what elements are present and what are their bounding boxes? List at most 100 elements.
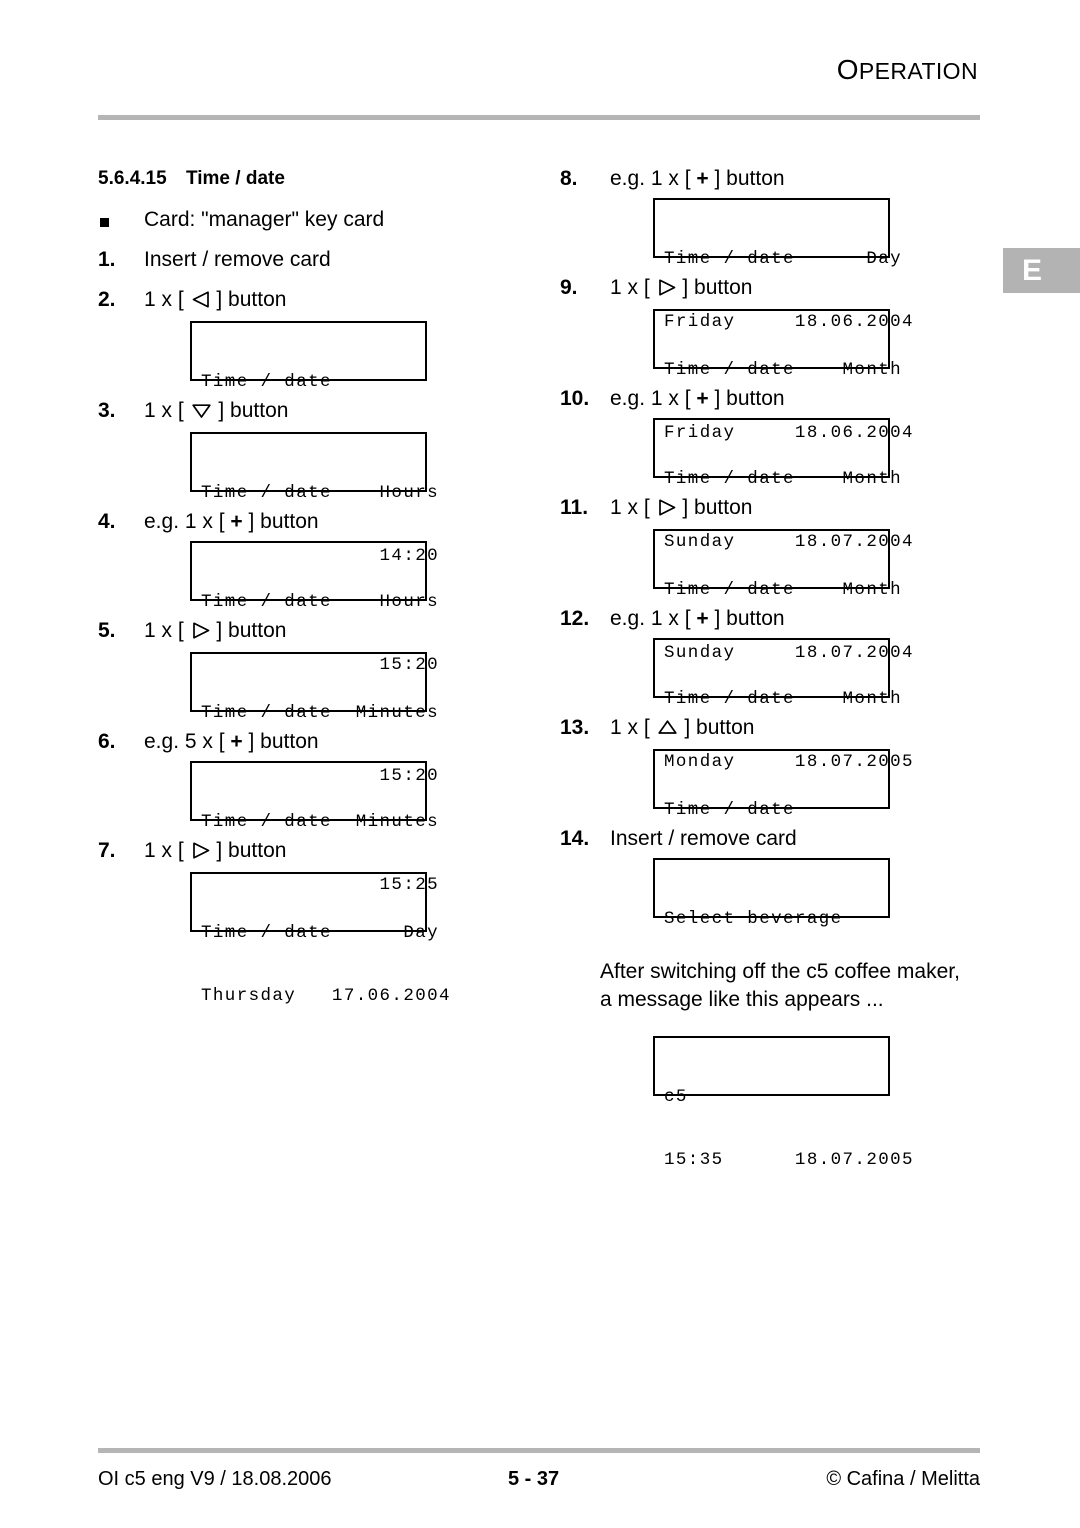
language-tab-label: E <box>1022 254 1043 287</box>
step-11: 11. 1 x [ ] button <box>560 497 1000 520</box>
step-marker: 12. <box>560 607 590 630</box>
lcd-line-1: Time / date Hours <box>201 592 440 612</box>
step-text-before: e.g. 5 x [ <box>144 730 225 753</box>
step-text-after: ] button <box>218 399 289 422</box>
plus-icon: + <box>696 167 709 190</box>
lcd-line-1: Time / date Month <box>664 689 903 709</box>
running-head-initial: O <box>836 54 859 85</box>
running-head-rest: PERATION <box>858 58 978 84</box>
step-text-before: 1 x [ <box>610 496 650 519</box>
language-tab: E <box>1003 248 1080 293</box>
lcd-display-14: Select beverage <box>653 858 890 929</box>
step-text-before: e.g. 1 x [ <box>610 387 691 410</box>
step-14: 14. Insert / remove card <box>560 828 1000 849</box>
lcd-line-2: 15:35 18.07.2005 <box>664 1150 914 1170</box>
step-text-before: 1 x [ <box>610 276 650 299</box>
triangle-right-icon <box>191 842 210 863</box>
step-text-before: 1 x [ <box>610 716 650 739</box>
triangle-left-icon <box>191 291 210 312</box>
step-marker: 2. <box>98 288 116 311</box>
lcd-line-1: Time / date Day <box>664 249 903 269</box>
step-card: Card: "manager" key card <box>98 209 538 230</box>
step-marker: 14. <box>560 827 590 850</box>
step-text-before: 1 x [ <box>144 839 184 862</box>
step-text-before: 1 x [ <box>144 288 184 311</box>
triangle-right-icon <box>657 279 676 300</box>
step-text-after: ] button <box>684 716 755 739</box>
step-13: 13. 1 x [ ] button <box>560 717 1000 740</box>
square-bullet-icon <box>100 218 109 227</box>
lcd-line-1: c5 <box>664 1087 688 1107</box>
footer-document-id: OI c5 eng V9 / 18.08.2006 <box>98 1468 332 1490</box>
step-text: Card: "manager" key card <box>144 208 385 231</box>
triangle-up-icon <box>657 719 678 740</box>
step-4: 4. e.g. 1 x [ + ] button <box>98 511 538 532</box>
lcd-line-2: 14:20 <box>201 546 440 566</box>
triangle-right-icon <box>191 622 210 643</box>
plus-icon: + <box>230 510 243 533</box>
step-text-after: ] button <box>714 167 785 190</box>
lcd-line-2: Sunday 18.07.2004 <box>664 532 914 552</box>
right-column: 8. e.g. 1 x [ + ] button Time / date Day… <box>560 168 1000 1170</box>
lcd-line-1: Time / date <box>201 372 332 392</box>
plus-icon: + <box>696 607 709 630</box>
footer-page-number: 5 - 37 <box>508 1468 560 1490</box>
lcd-display-3: Time / date Hours 14:20 <box>190 432 438 566</box>
footer-copyright: © Cafina / Melitta <box>826 1468 980 1490</box>
step-text-after: ] button <box>714 387 785 410</box>
lcd-display-2: Time / date <box>190 321 427 392</box>
step-1: 1. Insert / remove card <box>98 249 538 270</box>
step-8: 8. e.g. 1 x [ + ] button <box>560 168 1000 189</box>
step-marker: 4. <box>98 510 116 533</box>
lcd-line-1: Time / date Minutes <box>201 703 440 723</box>
step-text-after: ] button <box>714 607 785 630</box>
section-number: 5.6.4.15 <box>98 168 167 189</box>
step-marker: 10. <box>560 387 590 410</box>
switch-off-note: After switching off the c5 coffee maker,… <box>600 960 960 1011</box>
step-marker: 11. <box>560 496 589 519</box>
step-text: Insert / remove card <box>144 248 331 271</box>
running-head-operation: OPERATION <box>837 56 978 84</box>
lcd-line-2: Monday 18.07.2005 <box>664 752 914 772</box>
lcd-line-2: Thursday 17.06.2004 <box>201 986 451 1006</box>
plus-icon: + <box>696 387 709 410</box>
step-6: 6. e.g. 5 x [ + ] button <box>98 731 538 752</box>
step-text-after: ] button <box>216 619 287 642</box>
lcd-line-1: Time / date Day <box>201 923 440 943</box>
lcd-line-1: Time / date Month <box>664 469 903 489</box>
step-marker: 13. <box>560 716 590 739</box>
step-marker: 6. <box>98 730 116 753</box>
section-title: Time / date <box>186 168 285 189</box>
lcd-line-2: Sunday 18.07.2004 <box>664 643 914 663</box>
lcd-line-2: 15:20 <box>201 766 440 786</box>
header-rule <box>98 115 980 120</box>
section-heading: 5.6.4.15 Time / date <box>98 168 538 190</box>
footer-rule <box>98 1448 980 1453</box>
step-12: 12. e.g. 1 x [ + ] button <box>560 608 1000 629</box>
step-text-after: ] button <box>216 839 287 862</box>
step-marker: 9. <box>560 276 578 299</box>
step-text-after: ] button <box>248 730 319 753</box>
lcd-line-1: Select beverage <box>664 909 843 929</box>
step-text-after: ] button <box>682 496 753 519</box>
lcd-display-switch-off: c5 15:35 18.07.2005 <box>653 1036 913 1170</box>
step-9: 9. 1 x [ ] button <box>560 277 1000 300</box>
step-text-before: 1 x [ <box>144 619 184 642</box>
step-10: 10. e.g. 1 x [ + ] button <box>560 388 1000 409</box>
step-text-before: e.g. 1 x [ <box>144 510 225 533</box>
lcd-line-2: 15:20 <box>201 655 440 675</box>
lcd-line-1: Time / date Month <box>664 360 903 380</box>
step-text-before: 1 x [ <box>144 399 184 422</box>
lcd-line-2: Friday 18.06.2004 <box>664 423 914 443</box>
step-text-after: ] button <box>216 288 287 311</box>
lcd-line-2: Friday 18.06.2004 <box>664 312 914 332</box>
step-marker: 5. <box>98 619 116 642</box>
step-text-before: e.g. 1 x [ <box>610 607 691 630</box>
lcd-line-1: Time / date Minutes <box>201 812 440 832</box>
step-marker: 7. <box>98 839 116 862</box>
lcd-display-8: Time / date Day Friday 18.06.2004 <box>653 198 913 332</box>
triangle-down-icon <box>191 402 212 423</box>
plus-icon: + <box>230 730 243 753</box>
step-marker: 1. <box>98 248 116 271</box>
step-3: 3. 1 x [ ] button <box>98 400 538 423</box>
